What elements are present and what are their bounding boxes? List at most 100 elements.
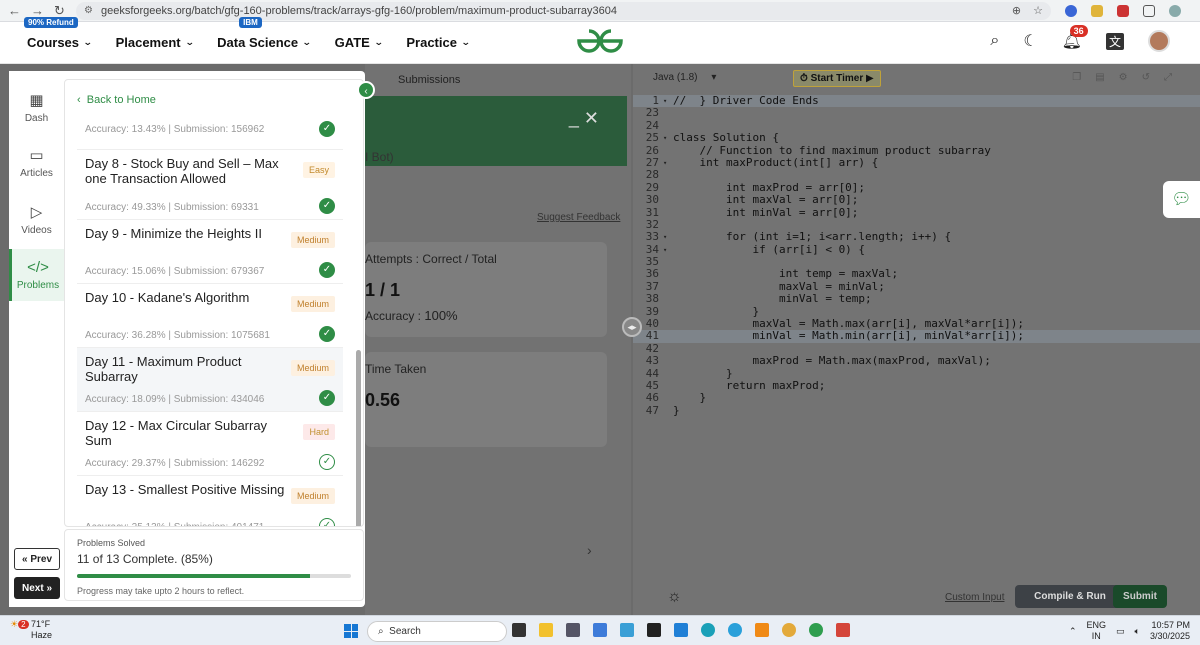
code-text: int minVal = arr[0]; <box>673 205 859 219</box>
zoom-icon[interactable]: ⊕ <box>1012 4 1021 17</box>
extension-blue-icon[interactable] <box>1065 4 1077 17</box>
list-item[interactable]: Day 10 - Kadane's Algorithm Medium Accurac… <box>77 284 343 348</box>
sidebar-item-problems[interactable]: </> Problems <box>9 249 64 301</box>
scrollbar[interactable] <box>356 350 361 526</box>
line-number: 43 <box>645 354 659 368</box>
tray-chevron-icon[interactable]: ⌃ <box>1069 626 1077 637</box>
line-number: 36 <box>645 267 659 281</box>
vlc-icon[interactable] <box>755 623 769 637</box>
address-bar[interactable]: ⚙ geeksforgeeks.org/batch/gfg-160-proble… <box>76 1 1051 20</box>
taskbar-search[interactable]: ⌕ Search <box>367 621 507 642</box>
file-explorer-icon[interactable] <box>539 623 553 637</box>
reset-icon[interactable]: ↺ <box>1142 72 1150 83</box>
task-view-icon[interactable] <box>512 623 526 637</box>
settings-gear-icon[interactable]: ⚙ <box>1119 72 1128 83</box>
profile-icon[interactable] <box>1169 4 1181 17</box>
gutter <box>663 330 671 342</box>
app-teal-icon[interactable] <box>620 623 634 637</box>
code-line: 43 maxProd = Math.max(maxProd, maxVal); <box>633 354 1200 368</box>
start-timer-button[interactable]: ⏱ Start Timer ▶ <box>793 70 881 87</box>
vscode-icon[interactable] <box>674 623 688 637</box>
list-item[interactable]: Day 8 - Stock Buy and Sell – Max one Tra… <box>77 150 343 220</box>
custom-input-link[interactable]: Custom Input <box>945 592 1004 603</box>
gfg-logo[interactable] <box>576 28 624 60</box>
list-item[interactable]: Day 9 - Minimize the Heights II Medium Acc… <box>77 220 343 284</box>
code-area[interactable]: 1 ▾// } Driver Code Ends 23 24 25 ▾ class Solu… <box>633 94 1200 417</box>
telegram-icon[interactable] <box>728 623 742 637</box>
menu-data-science[interactable]: IBM Data Science ⌄ <box>217 17 312 50</box>
translate-icon[interactable]: 文 <box>1105 32 1124 50</box>
network-icon[interactable]: ▭ <box>1116 626 1125 637</box>
line-number: 33 <box>645 230 659 244</box>
extension-yellow-icon[interactable] <box>1091 4 1103 17</box>
chat-icon[interactable]: 💬︎ <box>1163 181 1200 218</box>
sidebar-item-articles[interactable]: ▭ Articles <box>9 146 64 179</box>
difficulty-badge: Medium <box>290 488 335 504</box>
language-select[interactable]: Java (1.8) ▾ <box>653 72 716 83</box>
prev-button[interactable]: « Prev <box>14 548 60 570</box>
list-item[interactable]: Day 13 - Smallest Positive Missing Medium… <box>77 476 343 526</box>
suggest-feedback-link[interactable]: Suggest Feedback <box>537 212 620 223</box>
dropdown-caret-icon: ▾ <box>711 72 717 83</box>
fold-arrow-icon[interactable]: ▾ <box>663 95 671 107</box>
list-item[interactable]: Day 12 - Max Circular Subarray Sum Hard Ac… <box>77 412 343 476</box>
line-number: 47 <box>645 403 659 417</box>
fold-arrow-icon[interactable]: ▾ <box>663 157 671 169</box>
kebab-menu-icon[interactable]: ⋮ <box>1195 5 1200 20</box>
menu-practice[interactable]: Practice ⌄ <box>406 35 470 50</box>
sidebar-item-videos[interactable]: ▷ Videos <box>9 203 64 236</box>
fold-arrow-icon[interactable]: ▾ <box>663 244 671 256</box>
difficulty-badge: Medium <box>290 232 335 248</box>
file-icon[interactable]: ▤ <box>1095 72 1104 83</box>
collapse-drawer-icon[interactable]: ‹ <box>357 81 375 99</box>
code-icon: </> <box>27 259 49 276</box>
notification-bell-icon[interactable]: 🔔︎ 36 <box>1062 25 1088 51</box>
checkmark-icon: ✓ <box>319 262 335 278</box>
code-line: 45 return maxProd; <box>633 379 1200 392</box>
puzzle-icon[interactable] <box>1143 4 1155 17</box>
code-text: } <box>673 403 680 417</box>
compile-run-button[interactable]: Compile & Run <box>1015 585 1125 608</box>
sidebar-item-dash[interactable]: ▦ Dash <box>9 91 64 124</box>
menu-label: Courses <box>27 35 80 50</box>
bookmark-star-icon[interactable]: ☆ <box>1033 4 1043 17</box>
app-blue-icon[interactable] <box>593 623 607 637</box>
next-button[interactable]: Next » <box>14 577 60 599</box>
back-arrow-icon[interactable]: ← <box>8 3 21 19</box>
line-number: 23 <box>645 106 659 120</box>
time: 10:57 PM <box>1151 620 1190 630</box>
search-icon[interactable]: ⌕ <box>990 32 999 50</box>
fold-arrow-icon[interactable]: ▾ <box>663 132 671 144</box>
clock[interactable]: 10:57 PM 3/30/2025 <box>1150 620 1190 642</box>
chrome-profile-icon[interactable] <box>809 623 823 637</box>
tab-submissions[interactable]: Submissions <box>398 74 460 86</box>
weather-widget[interactable]: ☀ 2 71°F Haze <box>10 619 52 641</box>
windows-start-icon[interactable] <box>344 624 358 638</box>
volume-icon[interactable]: 🔈︎ <box>1135 626 1140 637</box>
avatar[interactable] <box>1148 30 1170 52</box>
calculator-icon[interactable] <box>566 623 580 637</box>
close-icon[interactable]: _ ✕ <box>569 108 599 129</box>
fullscreen-icon[interactable]: ⤢ <box>1164 72 1172 83</box>
splitter-handle-icon[interactable]: ◂▸ <box>622 317 642 337</box>
list-item[interactable]: Accuracy: 13.43% | Submission: 156962 ✓ <box>77 116 343 150</box>
list-item[interactable]: Day 11 - Maximum Product Subarray Medium A… <box>77 348 343 412</box>
extension-red-icon[interactable] <box>1117 4 1129 17</box>
snipping-tool-icon[interactable] <box>836 623 850 637</box>
dark-mode-moon-icon[interactable]: ☾ <box>1023 31 1037 51</box>
language-indicator[interactable]: ENG IN <box>1087 620 1107 642</box>
theme-sun-icon[interactable]: ☼ <box>667 588 682 606</box>
terminal-icon[interactable] <box>647 623 661 637</box>
submit-button[interactable]: Submit <box>1113 585 1167 608</box>
copy-icon[interactable]: ❐ <box>1072 72 1081 83</box>
edge-icon[interactable] <box>701 623 715 637</box>
accuracy-row: Accuracy : 100% <box>365 308 458 323</box>
chevron-right-icon[interactable]: › <box>587 542 592 558</box>
menu-gate[interactable]: GATE ⌄ <box>335 35 384 50</box>
fold-arrow-icon[interactable]: ▾ <box>663 231 671 243</box>
site-info-icon[interactable]: ⚙ <box>84 5 93 16</box>
menu-courses[interactable]: 90% Refund Courses ⌄ <box>24 17 93 50</box>
back-to-home-link[interactable]: ‹ Back to Home <box>77 94 156 106</box>
menu-placement[interactable]: Placement ⌄ <box>116 35 195 50</box>
chrome-icon[interactable] <box>782 623 796 637</box>
